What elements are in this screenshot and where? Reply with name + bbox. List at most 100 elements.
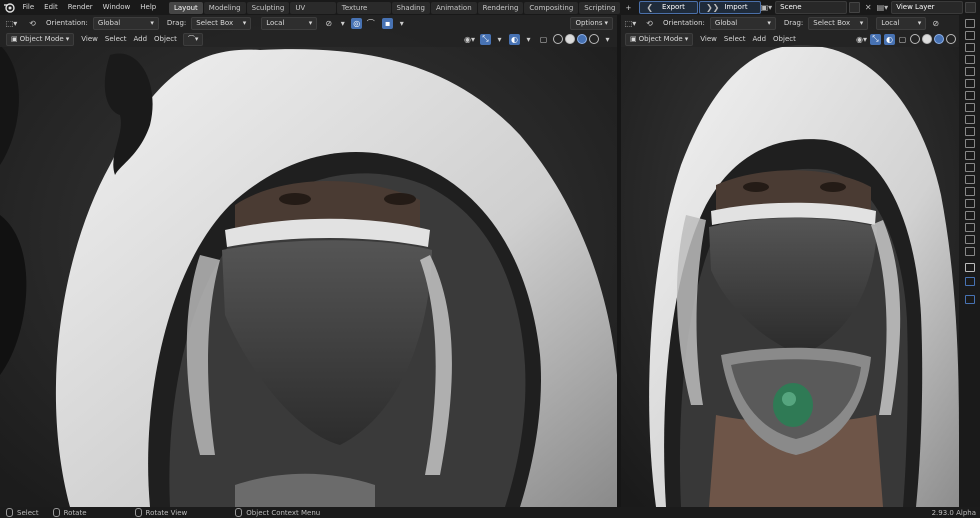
camera-icon[interactable] xyxy=(965,127,975,136)
snap-target-icon[interactable]: ▾ xyxy=(337,18,348,29)
drag-dropdown[interactable]: Select Box ▾ xyxy=(808,16,869,30)
camera-icon[interactable] xyxy=(965,199,975,208)
gizmo-icon[interactable]: ⤡ xyxy=(480,33,491,45)
transform-affect-icon[interactable]: ▪ xyxy=(382,17,394,29)
camera-icon[interactable] xyxy=(965,79,975,88)
tab-shading[interactable]: Shading xyxy=(391,1,430,14)
camera-icon[interactable] xyxy=(965,211,975,220)
add-menu[interactable]: Add xyxy=(752,35,766,43)
new-view-layer-icon[interactable] xyxy=(965,2,976,13)
camera-icon[interactable] xyxy=(965,55,975,64)
transform-pivot-icon[interactable]: ⟲ xyxy=(644,18,655,29)
proportional-edit-icon[interactable]: ◎ xyxy=(351,17,363,29)
camera-icon[interactable] xyxy=(965,247,975,256)
gizmo-options-icon[interactable]: ▾ xyxy=(494,34,505,45)
xray-icon[interactable]: ▢ xyxy=(538,34,549,45)
output-properties-icon[interactable] xyxy=(965,43,975,52)
object-menu[interactable]: Object xyxy=(773,35,796,43)
menu-help[interactable]: Help xyxy=(135,0,161,15)
menu-render[interactable]: Render xyxy=(63,0,98,15)
menu-window[interactable]: Window xyxy=(98,0,136,15)
view-object-types-icon[interactable]: ◉▾ xyxy=(464,34,475,45)
camera-icon[interactable] xyxy=(965,223,975,232)
camera-icon[interactable] xyxy=(965,175,975,184)
render-properties-icon[interactable] xyxy=(965,31,975,40)
xray-icon[interactable]: ▢ xyxy=(897,34,908,45)
material-preview-shading-icon[interactable] xyxy=(577,34,587,44)
view-menu[interactable]: View xyxy=(81,35,98,43)
new-scene-icon[interactable] xyxy=(849,2,860,13)
scene-selector[interactable]: Scene xyxy=(775,1,848,14)
select-tool-icon[interactable]: ⬚▾ xyxy=(6,18,18,29)
rendered-shading-icon[interactable] xyxy=(946,34,956,44)
orientation-dropdown[interactable]: Global ▾ xyxy=(92,16,159,30)
camera-icon[interactable] xyxy=(965,151,975,160)
shading-options-icon[interactable]: ▾ xyxy=(602,34,613,45)
snap-icon[interactable]: ⊘ xyxy=(930,18,941,29)
tab-uv-editing[interactable]: UV Editing xyxy=(290,1,336,24)
collapse-icon[interactable] xyxy=(965,263,975,272)
move-gizmo-icon[interactable] xyxy=(965,277,975,286)
solid-shading-icon[interactable] xyxy=(565,34,575,44)
tab-compositing[interactable]: Compositing xyxy=(524,1,579,14)
blender-logo-icon[interactable] xyxy=(0,0,17,15)
orientation-dropdown[interactable]: Global ▾ xyxy=(709,16,776,30)
curve-falloff-icon[interactable]: ⌒▾ xyxy=(182,32,204,46)
camera-icon[interactable] xyxy=(965,67,975,76)
proportional-falloff-icon[interactable]: ⌒ xyxy=(365,18,376,29)
transform-pivot-icon[interactable]: ⟲ xyxy=(27,18,38,29)
wireframe-shading-icon[interactable] xyxy=(910,34,920,44)
object-menu[interactable]: Object xyxy=(154,35,177,43)
tab-texture-paint[interactable]: Texture Paint xyxy=(336,1,391,24)
add-workspace-button[interactable]: + xyxy=(621,4,635,12)
render-preview-right xyxy=(621,15,959,507)
view-layer-selector[interactable]: View Layer xyxy=(891,1,964,14)
snap-icon[interactable]: ⊘ xyxy=(323,18,334,29)
camera-icon[interactable] xyxy=(965,115,975,124)
export-button[interactable]: ❮ Export xyxy=(639,1,698,14)
overlays-icon[interactable]: ◐ xyxy=(884,33,895,45)
view-object-types-icon[interactable]: ◉▾ xyxy=(856,34,867,45)
transform-options-icon[interactable]: ▾ xyxy=(396,18,407,29)
select-menu[interactable]: Select xyxy=(105,35,127,43)
mode-dropdown[interactable]: ▣ Object Mode ▾ xyxy=(625,32,694,46)
tab-rendering[interactable]: Rendering xyxy=(477,1,524,14)
viewport-left[interactable]: ⬚▾ ⟲ Orientation: Global ▾ Drag: Select … xyxy=(0,15,617,507)
viewport-right[interactable]: ⬚▾ ⟲ Orientation: Global ▾ Drag: Select … xyxy=(621,15,959,507)
tab-animation[interactable]: Animation xyxy=(430,1,477,14)
pivot-dropdown[interactable]: Local ▾ xyxy=(876,16,927,30)
camera-icon[interactable] xyxy=(965,91,975,100)
gizmo-icon[interactable]: ⤡ xyxy=(870,33,881,45)
add-menu[interactable]: Add xyxy=(133,35,147,43)
scene-icon[interactable]: ▣▾ xyxy=(761,3,773,12)
select-tool-icon[interactable]: ⬚▾ xyxy=(625,18,637,29)
tab-scripting[interactable]: Scripting xyxy=(579,1,621,14)
move-gizmo-icon[interactable] xyxy=(965,295,975,304)
menu-edit[interactable]: Edit xyxy=(39,0,63,15)
overlays-icon[interactable]: ◐ xyxy=(509,33,520,45)
solid-shading-icon[interactable] xyxy=(922,34,932,44)
rendered-shading-icon[interactable] xyxy=(589,34,599,44)
drag-dropdown[interactable]: Select Box ▾ xyxy=(191,16,252,30)
tab-layout[interactable]: Layout xyxy=(168,1,203,14)
camera-icon[interactable] xyxy=(965,187,975,196)
material-preview-shading-icon[interactable] xyxy=(934,34,944,44)
tab-sculpting[interactable]: Sculpting xyxy=(246,1,290,14)
pivot-dropdown[interactable]: Local ▾ xyxy=(261,16,318,30)
camera-icon[interactable] xyxy=(965,163,975,172)
menu-file[interactable]: File xyxy=(17,0,39,15)
overlays-options-icon[interactable]: ▾ xyxy=(523,34,534,45)
view-menu[interactable]: View xyxy=(700,35,717,43)
wireframe-shading-icon[interactable] xyxy=(553,34,563,44)
mode-dropdown[interactable]: ▣ Object Mode ▾ xyxy=(6,32,75,46)
select-menu[interactable]: Select xyxy=(724,35,746,43)
tool-properties-icon[interactable] xyxy=(965,19,975,28)
camera-icon[interactable] xyxy=(965,139,975,148)
camera-icon[interactable] xyxy=(965,235,975,244)
camera-icon[interactable] xyxy=(965,103,975,112)
import-button[interactable]: ❯❯ Import xyxy=(698,1,761,14)
view-layer-icon[interactable]: ▤▾ xyxy=(877,3,889,12)
options-dropdown[interactable]: Options ▾ xyxy=(570,16,613,30)
delete-scene-icon[interactable]: ✕ xyxy=(865,3,872,12)
tab-modeling[interactable]: Modeling xyxy=(203,1,246,14)
